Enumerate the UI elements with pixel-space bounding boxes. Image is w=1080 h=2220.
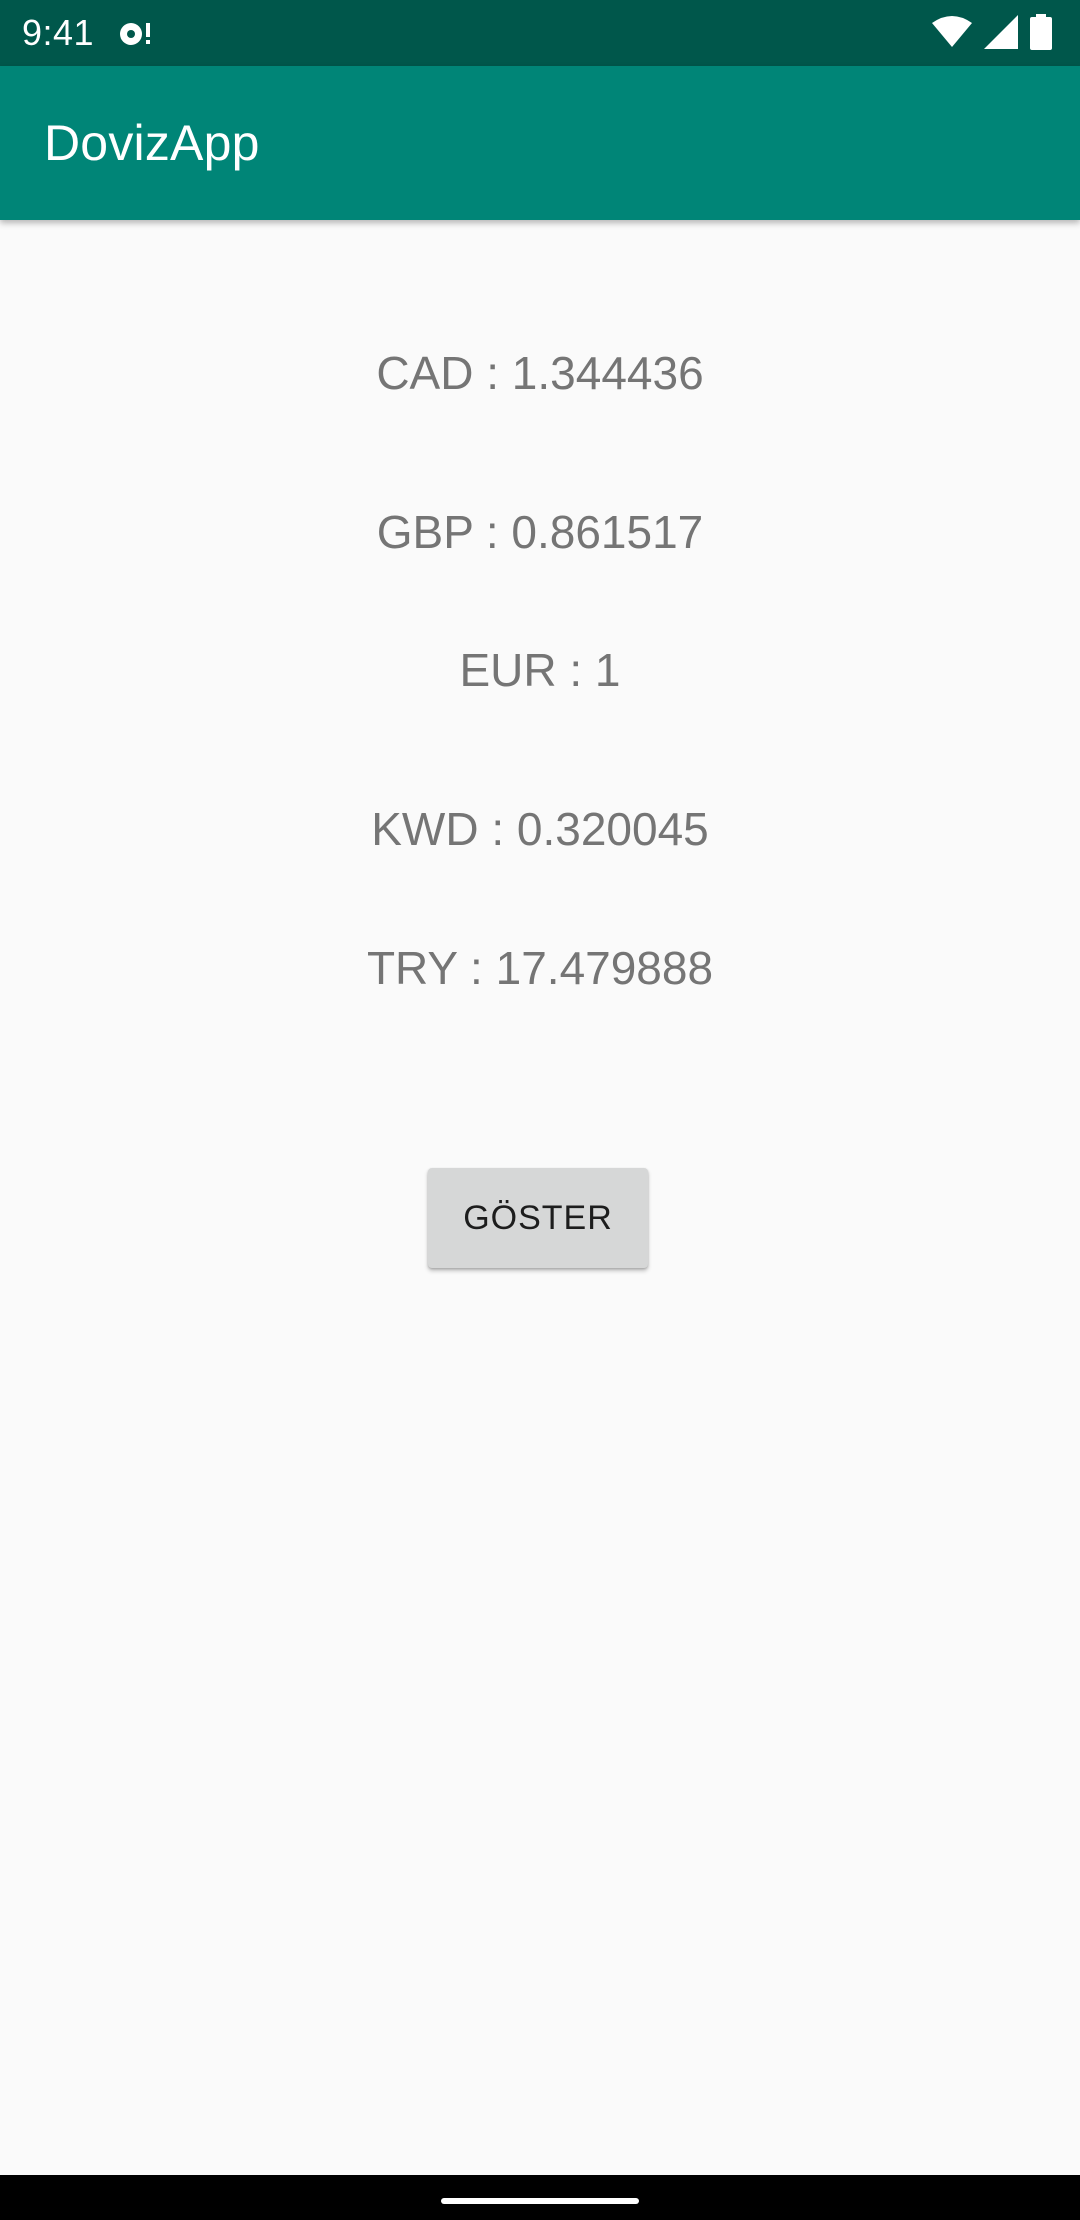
battery-icon: [1030, 13, 1052, 55]
status-time: 9:41: [22, 12, 95, 53]
app-title: DovizApp: [44, 115, 260, 171]
app-screen: 9:41 DovizApp CAD: 1.344436 GBP: 0.861…: [0, 0, 1080, 2220]
rate-gbp: GBP : 0.861517: [376, 506, 704, 558]
rate-cad: CAD : 1.344436: [376, 347, 704, 399]
status-icons: [932, 13, 1052, 55]
rate-eur: EUR : 1: [459, 644, 621, 696]
app-bar: DovizApp: [0, 66, 1080, 220]
home-handle[interactable]: [441, 2198, 639, 2204]
rate-kwd: KWD : 0.320045: [371, 803, 709, 855]
signal-icon: [984, 14, 1018, 54]
rate-try: TRY : 17.479888: [366, 942, 714, 994]
wifi-icon: [932, 15, 972, 54]
navigation-bar: [0, 2175, 1080, 2220]
status-bar: 9:41: [0, 0, 1080, 66]
notification-icon: [118, 18, 154, 50]
show-button[interactable]: GÖSTER: [428, 1168, 648, 1268]
